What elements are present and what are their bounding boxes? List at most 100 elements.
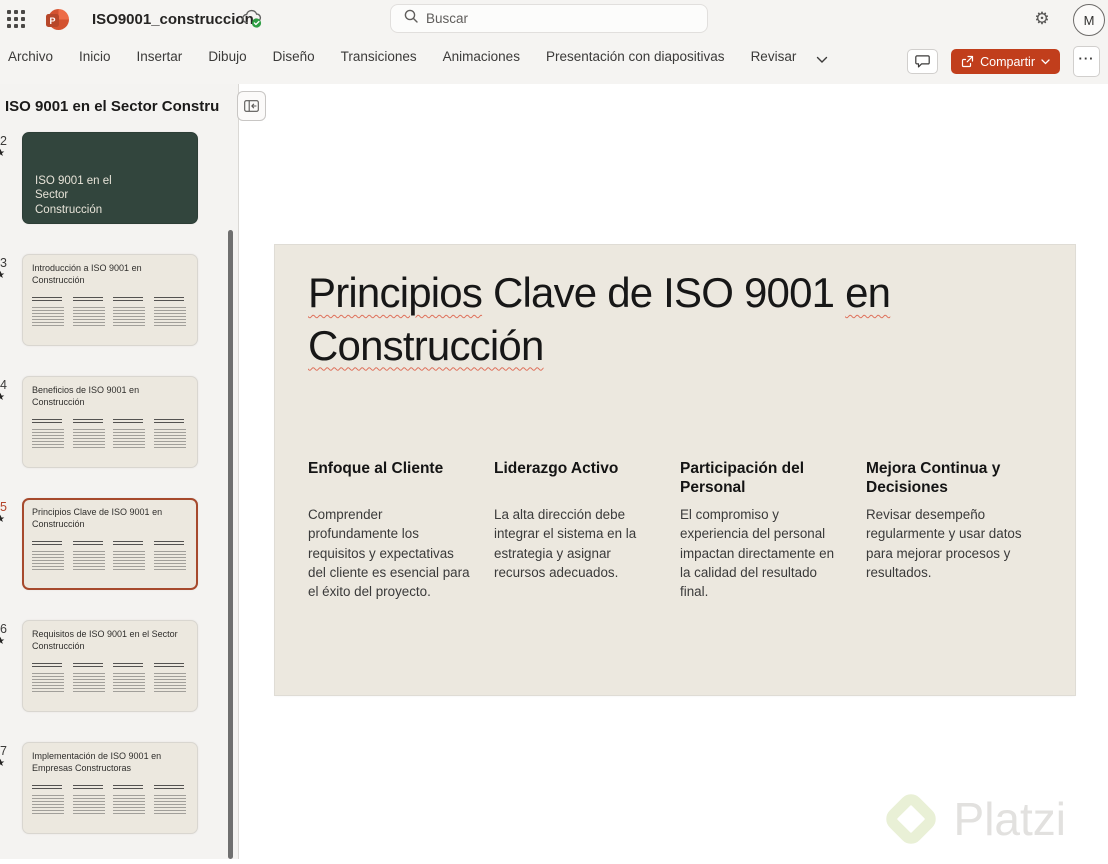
mini-column-text [32, 429, 65, 451]
slide-thumbnail[interactable]: Implementación de ISO 9001 en Empresas C… [22, 742, 198, 834]
menu-tab-dise-o[interactable]: Diseño [273, 49, 315, 64]
thumbnail-item-slide-2: 2 ★ ISO 9001 en el Sector Construcción [0, 132, 239, 224]
mini-column-text [32, 551, 65, 573]
mini-column-heading [153, 419, 184, 426]
mini-column-text [153, 429, 186, 451]
slide-number: 4 [0, 378, 7, 392]
app-launcher-icon[interactable] [7, 10, 27, 30]
menu-tab-dibujo[interactable]: Dibujo [208, 49, 246, 64]
current-slide[interactable]: Principios Clave de ISO 9001 en Construc… [275, 245, 1075, 695]
share-chevron-down-icon [1041, 58, 1050, 65]
thumbnail-gutter: 5 ★ [0, 500, 16, 526]
thumbnail-gutter: 6 ★ [0, 622, 16, 648]
thumbnail-mini-column [32, 419, 67, 451]
slide-column-3[interactable]: Participación del Personal El compromiso … [680, 459, 846, 601]
menu-tab-animaciones[interactable]: Animaciones [443, 49, 520, 64]
menu-tab-transiciones[interactable]: Transiciones [341, 49, 417, 64]
thumbnail-item-slide-3: 3 ★ Introducción a ISO 9001 en Construcció… [0, 254, 239, 346]
mini-column-text [72, 307, 105, 329]
thumbnail-title: Implementación de ISO 9001 en Empresas C… [32, 751, 162, 773]
mini-column-text [113, 429, 146, 451]
document-title[interactable]: ISO9001_construccion [92, 11, 254, 28]
animation-star-icon: ★ [0, 514, 5, 525]
mini-column-text [113, 551, 146, 573]
slide-number: 6 [0, 622, 7, 636]
thumbnail-title: Beneficios de ISO 9001 en Construcción [32, 385, 140, 407]
settings-gear-icon[interactable]: ⚙ [1031, 8, 1053, 30]
collapse-panel-button[interactable] [237, 91, 266, 121]
mini-column-heading [32, 785, 63, 792]
thumbnail-mini-column [113, 419, 148, 451]
menu-tab-inicio[interactable]: Inicio [79, 49, 111, 64]
thumbnail-mini-column [153, 541, 189, 573]
platzi-watermark-text: Platzi [953, 793, 1066, 845]
mini-column-text [153, 551, 186, 573]
share-button-label: Compartir [980, 54, 1035, 69]
thumbnail-mini-column [72, 785, 108, 817]
thumbnail-mini-column [113, 663, 148, 695]
slide-title-segment: Construcción [308, 321, 544, 369]
slide-column-body: Revisar desempeño regularmente y usar da… [866, 507, 1022, 580]
mini-column-heading [72, 297, 103, 304]
mini-column-heading [32, 297, 63, 304]
thumbnail-title: Introducción a ISO 9001 en Construcción [32, 263, 142, 285]
thumbnail-gutter: 2 ★ [0, 134, 16, 160]
slide-column-4[interactable]: Mejora Continua y Decisiones Revisar dese… [866, 459, 1032, 601]
slide-column-heading: Liderazgo Activo [494, 460, 619, 477]
mini-column-text [72, 429, 105, 451]
thumbnail-mini-column [72, 663, 108, 695]
mini-column-text [32, 673, 65, 695]
slide-column-2[interactable]: Liderazgo Activo La alta dirección debe i… [494, 459, 660, 601]
slide-column-1[interactable]: Enfoque al Cliente Comprender profundamen… [308, 459, 474, 601]
animation-star-icon: ★ [0, 636, 5, 647]
search-placeholder: Buscar [426, 11, 469, 26]
menu-tab-archivo[interactable]: Archivo [8, 49, 53, 64]
thumbnail-mini-column [153, 419, 189, 451]
mini-column-heading [72, 663, 103, 670]
slide-thumbnail[interactable]: ISO 9001 en el Sector Construcción [22, 132, 198, 224]
mini-column-heading [113, 663, 144, 670]
mini-column-heading [153, 663, 184, 670]
thumbnail-mini-columns [32, 541, 189, 573]
slide-thumbnail[interactable]: Principios Clave de ISO 9001 en Construc… [22, 498, 198, 590]
mini-column-heading [32, 419, 63, 426]
share-button[interactable]: Compartir [951, 49, 1060, 74]
thumbnail-item-slide-5: 5 ★ Principios Clave de ISO 9001 en Constr… [0, 498, 239, 590]
mini-column-text [32, 307, 65, 329]
thumbnail-item-slide-4: 4 ★ Beneficios de ISO 9001 en Construcción [0, 376, 239, 468]
slide-thumbnail[interactable]: Introducción a ISO 9001 en Construcción [22, 254, 198, 346]
mini-column-heading [32, 541, 63, 548]
thumbnail-mini-column [72, 419, 108, 451]
thumbnail-mini-columns [32, 419, 189, 451]
slide-thumbnail[interactable]: Beneficios de ISO 9001 en Construcción [22, 376, 198, 468]
thumbnail-gutter: 7 ★ [0, 744, 16, 770]
cloud-saved-icon[interactable] [241, 9, 263, 29]
search-input[interactable]: Buscar [390, 4, 708, 33]
mini-column-heading [72, 419, 103, 426]
slide-column-body: Comprender profundamente los requisitos … [308, 507, 470, 600]
thumbnail-gutter: 4 ★ [0, 378, 16, 404]
ribbon-tabs: Archivo Inicio Insertar Dibujo Diseño Transic… [8, 49, 796, 64]
menu-tab-revisar[interactable]: Revisar [751, 49, 797, 64]
top-bar: P ISO9001_construccion Buscar ⚙ M [0, 0, 1108, 40]
slide-column-body: El compromiso y experiencia del personal… [680, 507, 835, 600]
mini-column-heading [153, 541, 184, 548]
menu-tab-insertar[interactable]: Insertar [137, 49, 183, 64]
menu-tab-presentaci-n-con-diapositivas[interactable]: Presentación con diapositivas [546, 49, 725, 64]
thumbnail-title: Principios Clave de ISO 9001 en Construc… [32, 507, 163, 529]
comments-button[interactable] [907, 49, 939, 74]
slide-thumbnail[interactable]: Requisitos de ISO 9001 en el Sector Cons… [22, 620, 198, 712]
ribbon-chevron-down-icon[interactable] [816, 51, 828, 69]
more-options-button[interactable]: ··· [1073, 46, 1100, 77]
powerpoint-icon[interactable]: P [46, 8, 70, 32]
mini-column-text [153, 795, 186, 817]
slide-column-heading: Mejora Continua y Decisiones [866, 460, 1001, 497]
panel-scrollbar[interactable] [228, 230, 233, 859]
ribbon-menu: Archivo Inicio Insertar Dibujo Diseño Transic… [0, 46, 1108, 77]
thumbnail-mini-column [72, 297, 108, 329]
thumbnail-item-slide-6: 6 ★ Requisitos de ISO 9001 en el Sector Co… [0, 620, 239, 712]
account-avatar[interactable]: M [1073, 4, 1105, 36]
slide-title[interactable]: Principios Clave de ISO 9001 en Construc… [308, 267, 998, 372]
slide-number: 2 [0, 134, 7, 148]
animation-star-icon: ★ [0, 392, 5, 403]
